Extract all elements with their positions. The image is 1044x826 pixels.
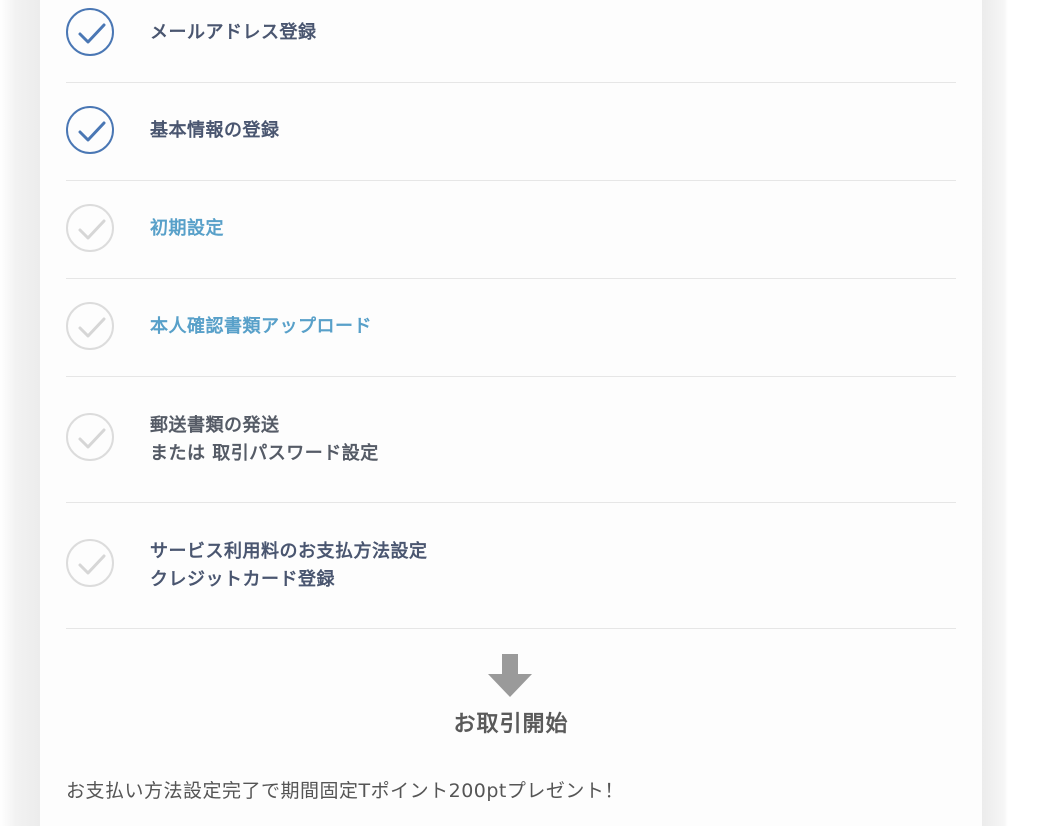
check-circle-outline-icon	[66, 413, 114, 461]
check-circle-outline-icon	[66, 539, 114, 587]
step-item-email: メールアドレス登録	[66, 0, 956, 83]
registration-steps-card: メールアドレス登録 基本情報の登録 初期設定 本人確認書類アップロード 郵送書類…	[40, 0, 982, 826]
trading-start-title: お取引開始	[453, 712, 569, 737]
arrow-down-icon	[486, 654, 534, 698]
step-label-line-2: クレジットカード登録	[150, 569, 335, 590]
step-item-mail-docs: 郵送書類の発送 または 取引パスワード設定	[66, 376, 956, 503]
step-link-initial-settings[interactable]: 初期設定	[150, 215, 224, 243]
check-circle-icon	[66, 8, 114, 56]
step-label: メールアドレス登録	[150, 22, 317, 43]
step-item-basic-info: 基本情報の登録	[66, 82, 956, 181]
check-circle-outline-icon	[66, 302, 114, 350]
page-scroll-gutter	[982, 0, 1008, 826]
step-label-line-2: または 取引パスワード設定	[150, 443, 379, 464]
promo-text: お支払い方法設定完了で期間固定Tポイント200ptプレゼント！	[66, 780, 624, 802]
step-label-line-1: 郵送書類の発送	[150, 415, 280, 436]
step-label: 基本情報の登録	[150, 120, 280, 141]
step-label-line-1: サービス利用料のお支払方法設定	[150, 541, 428, 562]
step-link-id-upload[interactable]: 本人確認書類アップロード	[150, 313, 372, 341]
check-circle-outline-icon	[66, 204, 114, 252]
step-item-payment: サービス利用料のお支払方法設定 クレジットカード登録	[66, 502, 956, 629]
step-item-initial-settings: 初期設定	[66, 180, 956, 279]
check-circle-icon	[66, 106, 114, 154]
page-margin-left	[0, 0, 40, 826]
step-item-id-upload: 本人確認書類アップロード	[66, 278, 956, 377]
